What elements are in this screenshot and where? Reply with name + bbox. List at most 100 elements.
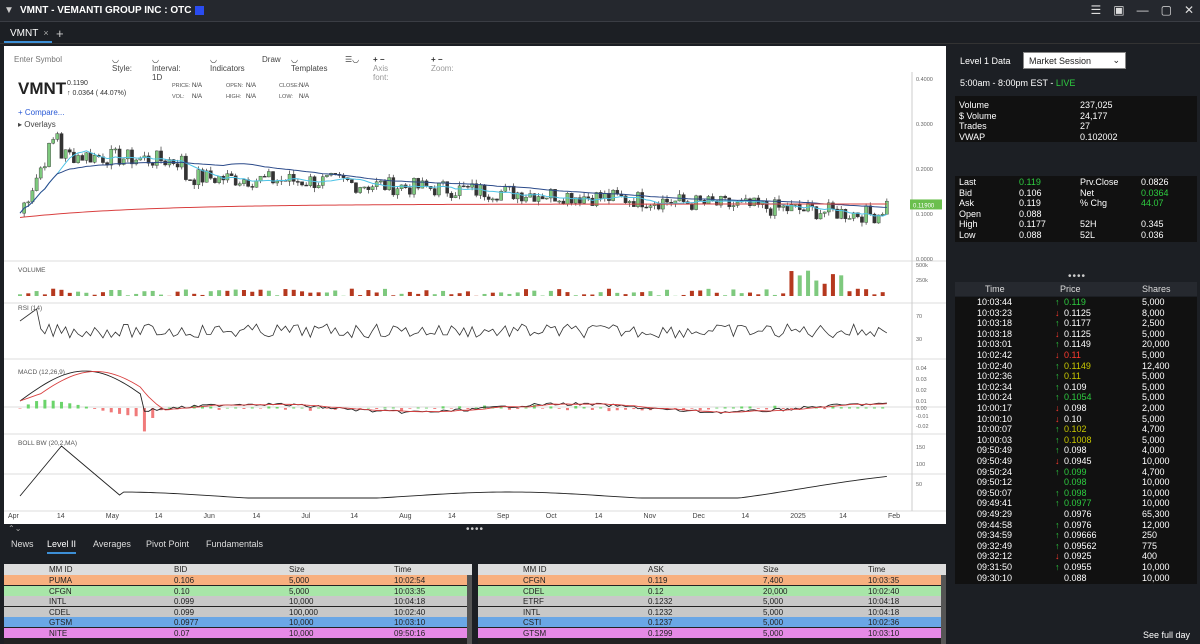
see-full-day-link[interactable]: See full day xyxy=(1143,630,1190,640)
table-row[interactable]: CSTI 0.1237 5,000 10:02:36 xyxy=(478,617,941,627)
col-header[interactable]: BID xyxy=(174,565,187,574)
trade-time: 10:00:10 xyxy=(977,413,1013,424)
volume-bar xyxy=(723,295,728,296)
table-row[interactable]: PUMA 0.106 5,000 10:02:54 xyxy=(4,575,467,585)
boll-bw-line xyxy=(19,445,887,499)
macd-bar xyxy=(250,407,254,409)
candle-body xyxy=(366,186,371,190)
x-tick: 14 xyxy=(839,513,847,520)
table-cell: CFGN xyxy=(523,576,546,585)
maximize-icon[interactable]: ▢ xyxy=(1161,3,1172,17)
compare-link[interactable]: + Compare... xyxy=(18,108,64,117)
table-row[interactable]: ETRF 0.1232 5,000 10:04:18 xyxy=(478,596,941,606)
chart-panel[interactable]: VMNT 0.1190 ↑ 0.0364 ( 44.07%) PRICE: N/A OPE… xyxy=(4,46,946,524)
candle-body xyxy=(453,195,458,198)
scrollbar[interactable] xyxy=(467,575,472,644)
candle-body xyxy=(540,196,545,200)
tab-averages[interactable]: Averages xyxy=(93,539,131,549)
macd-bar xyxy=(723,407,727,409)
table-row[interactable]: INTL 0.1232 5,000 10:04:18 xyxy=(478,606,941,617)
axis-font-control[interactable]: Axis font: + − xyxy=(373,55,389,82)
table-row[interactable]: CFGN 0.10 5,000 10:03:35 xyxy=(4,585,467,596)
col-header[interactable]: MM ID xyxy=(523,565,547,574)
window-menu-icon[interactable]: ▼ xyxy=(4,5,18,16)
candle-body xyxy=(432,188,437,196)
volume-bar xyxy=(772,294,777,296)
draw-button[interactable]: Draw xyxy=(262,55,281,64)
col-price[interactable]: Price xyxy=(1060,284,1081,294)
col-time[interactable]: Time xyxy=(985,284,1005,294)
indicators-dropdown[interactable]: Indicators ◡ xyxy=(210,55,245,73)
table-cell: 10:03:10 xyxy=(394,618,426,627)
candle-body xyxy=(847,218,852,220)
scrollbar[interactable] xyxy=(941,575,946,644)
table-row[interactable]: CDEL 0.12 20,000 10:02:40 xyxy=(478,585,941,596)
session-select[interactable]: Market Session ⌄ xyxy=(1023,52,1126,69)
panel-tick: -0.01 xyxy=(916,414,929,420)
add-tab-button[interactable]: + xyxy=(56,26,64,41)
table-cell: 0.10 xyxy=(174,586,190,596)
candle-body xyxy=(818,213,823,220)
tab-close-icon[interactable]: × xyxy=(43,28,48,38)
volume-bar xyxy=(839,275,844,296)
time-sales-list: 10:03:44 ↑ 0.119 5,000 10:03:23 ↓ 0.1125 8,000 1… xyxy=(955,297,1197,584)
close-icon[interactable]: ✕ xyxy=(1184,3,1194,17)
interval-dropdown[interactable]: Interval: 1D ◡ xyxy=(152,55,180,82)
tab-news[interactable]: News xyxy=(11,539,34,549)
trade-time: 09:31:50 xyxy=(977,562,1013,572)
table-cell: 10:02:54 xyxy=(394,576,426,585)
candle-body xyxy=(781,205,785,208)
col-header[interactable]: ASK xyxy=(648,565,664,574)
trade-row: 10:02:40 ↑ 0.1149 12,400 xyxy=(955,361,1197,372)
col-shares[interactable]: Shares xyxy=(1142,284,1171,294)
table-row[interactable]: GTSM 0.1299 5,000 10:03:10 xyxy=(478,627,941,638)
table-row[interactable]: CFGN 0.119 7,400 10:03:35 xyxy=(478,575,941,585)
candle-body xyxy=(188,179,192,181)
minimize-icon[interactable]: — xyxy=(1137,3,1149,17)
menu-icon[interactable]: ☰ xyxy=(1090,3,1101,17)
table-row[interactable]: INTL 0.099 10,000 10:04:18 xyxy=(4,596,467,606)
up-arrow-icon: ↑ xyxy=(1055,562,1060,572)
rsi-line xyxy=(19,308,888,339)
level1-sidebar: Level 1 Data Market Session ⌄ 5:00am - 8:… xyxy=(953,46,1200,644)
macd-bar xyxy=(599,407,603,409)
chart-canvas[interactable]: VMNT 0.1190↑ 0.0364 ( 44.07%)PRICE: N/A OPE… xyxy=(4,46,946,524)
candle-body xyxy=(67,149,72,153)
table-row[interactable]: NITE 0.07 10,000 09:50:16 xyxy=(4,627,467,638)
macd-bar xyxy=(524,407,528,409)
trade-price: 0.109 xyxy=(1064,381,1087,392)
col-header[interactable]: Size xyxy=(763,565,779,574)
sidebar-split-grip[interactable]: •••• xyxy=(1068,271,1086,282)
tab-pivot-point[interactable]: Pivot Point xyxy=(146,539,189,549)
overlays-link[interactable]: ▸ Overlays xyxy=(18,120,56,129)
tab-vmnt[interactable]: VMNT × xyxy=(4,24,52,43)
volume-bar xyxy=(640,292,645,296)
table-row[interactable]: GTSM 0.0977 10,000 10:03:10 xyxy=(4,617,467,627)
volume-bar xyxy=(134,293,139,296)
templates-dropdown[interactable]: Templates ◡ xyxy=(291,55,327,73)
trade-row: 09:49:41 ↑ 0.0977 10,000 xyxy=(955,498,1197,509)
table-row[interactable]: CDEL 0.099 100,000 10:02:40 xyxy=(4,606,467,617)
candle-body xyxy=(88,152,93,163)
symbol-input[interactable] xyxy=(14,51,104,67)
macd-bar xyxy=(507,408,511,410)
col-header[interactable]: MM ID xyxy=(49,565,73,574)
col-header[interactable]: Time xyxy=(394,565,411,574)
tab-fundamentals[interactable]: Fundamentals xyxy=(206,539,263,549)
macd-bar xyxy=(632,408,636,410)
layout-menu-icon[interactable]: ☰◡ xyxy=(345,55,359,64)
link-color-swatch[interactable] xyxy=(195,6,205,15)
table-cell: PUMA xyxy=(49,576,73,585)
trade-shares: 12,400 xyxy=(1142,360,1170,371)
restore-icon[interactable]: ▣ xyxy=(1113,3,1124,17)
tab-level2[interactable]: Level II xyxy=(47,539,77,554)
zoom-control[interactable]: Zoom: + − xyxy=(431,55,454,73)
col-header[interactable]: Time xyxy=(868,565,885,574)
candle-body xyxy=(254,180,259,188)
candle-body xyxy=(768,208,773,216)
collapse-arrows-icon[interactable]: ⌃⌄ xyxy=(8,524,21,533)
volume-bar xyxy=(706,288,711,296)
style-dropdown[interactable]: Style: ◡ xyxy=(112,55,132,73)
col-header[interactable]: Size xyxy=(289,565,305,574)
quote-value: 0.036 xyxy=(1141,230,1164,240)
